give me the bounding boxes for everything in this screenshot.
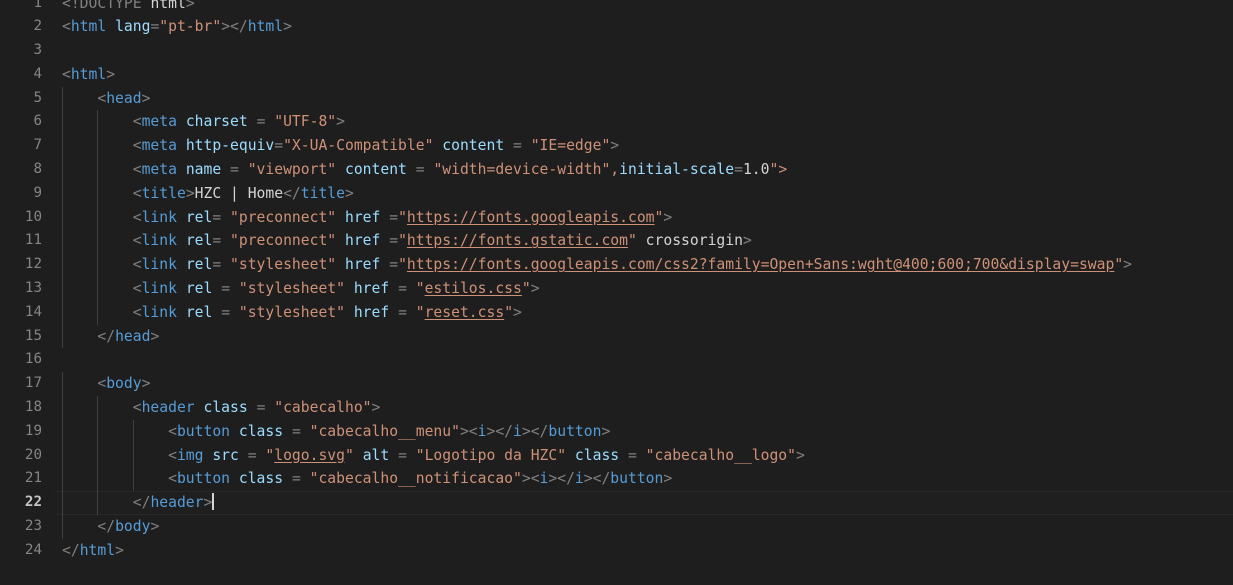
- line-number[interactable]: 17: [0, 372, 42, 396]
- line-number[interactable]: 5: [0, 87, 42, 111]
- code-line[interactable]: 10 <link rel= "preconnect" href ="https:…: [0, 205, 1233, 230]
- code-line[interactable]: 21 <button class = "cabecalho__notificac…: [0, 467, 1233, 492]
- code-text[interactable]: </header>: [62, 491, 214, 515]
- code-line[interactable]: 17 <body>: [0, 372, 1233, 397]
- code-text[interactable]: <link rel= "stylesheet" href ="https://f…: [62, 253, 1132, 277]
- code-text[interactable]: <link rel = "stylesheet" href = "reset.c…: [62, 301, 522, 325]
- code-text[interactable]: <link rel= "preconnect" href ="https://f…: [62, 229, 752, 253]
- line-number[interactable]: 10: [0, 206, 42, 230]
- code-line[interactable]: 3: [0, 39, 1233, 63]
- code-line[interactable]: 5 <head>: [0, 86, 1233, 111]
- code-line[interactable]: 13 <link rel = "stylesheet" href = "esti…: [0, 277, 1233, 301]
- code-editor[interactable]: 1 <!DOCTYPE html> 2 <html lang="pt-br"></ht…: [0, 0, 1233, 585]
- code-text[interactable]: </head>: [62, 325, 159, 349]
- line-number[interactable]: 7: [0, 134, 42, 158]
- code-text[interactable]: <head>: [62, 87, 150, 111]
- line-number[interactable]: 9: [0, 182, 42, 206]
- code-line[interactable]: 14 <link rel = "stylesheet" href = "rese…: [0, 300, 1233, 325]
- code-line[interactable]: 20 <img src = "logo.svg" alt = "Logotipo…: [0, 443, 1233, 468]
- code-line[interactable]: 23 </body>: [0, 515, 1233, 539]
- code-text[interactable]: <meta name = "viewport" content = "width…: [62, 158, 787, 182]
- active-line-highlight: [55, 491, 1233, 516]
- line-number[interactable]: 24: [0, 539, 42, 563]
- line-number[interactable]: 15: [0, 325, 42, 349]
- text-cursor: [212, 493, 214, 511]
- code-text[interactable]: <body>: [62, 372, 150, 396]
- code-text[interactable]: <title>HZC | Home</title>: [62, 182, 354, 206]
- code-surface[interactable]: 1 <!DOCTYPE html> 2 <html lang="pt-br"></ht…: [0, 0, 1233, 563]
- code-line[interactable]: 16: [0, 348, 1233, 372]
- line-number[interactable]: 8: [0, 158, 42, 182]
- line-number[interactable]: 3: [0, 39, 42, 63]
- line-number[interactable]: 2: [0, 15, 42, 39]
- code-text[interactable]: </html>: [62, 539, 124, 563]
- code-line[interactable]: 1 <!DOCTYPE html>: [0, 0, 1233, 15]
- code-text[interactable]: <button class = "cabecalho__notificacao"…: [62, 467, 672, 491]
- code-line[interactable]: 15 </head>: [0, 324, 1233, 349]
- code-line[interactable]: 6 <meta charset = "UTF-8">: [0, 110, 1233, 135]
- line-number[interactable]: 1: [0, 0, 42, 15]
- code-text[interactable]: <meta charset = "UTF-8">: [62, 110, 345, 134]
- line-number[interactable]: 11: [0, 229, 42, 253]
- code-line[interactable]: 12 <link rel= "stylesheet" href ="https:…: [0, 253, 1233, 278]
- code-line[interactable]: 18 <header class = "cabecalho">: [0, 396, 1233, 420]
- line-number[interactable]: 21: [0, 467, 42, 491]
- line-number[interactable]: 22: [0, 491, 42, 515]
- code-text[interactable]: <link rel = "stylesheet" href = "estilos…: [62, 277, 540, 301]
- code-line[interactable]: 9 <title>HZC | Home</title>: [0, 181, 1233, 206]
- code-text[interactable]: <header class = "cabecalho">: [62, 396, 381, 420]
- line-number[interactable]: 20: [0, 444, 42, 468]
- code-text[interactable]: <img src = "logo.svg" alt = "Logotipo da…: [62, 444, 805, 468]
- line-number[interactable]: 14: [0, 301, 42, 325]
- line-number[interactable]: 23: [0, 515, 42, 539]
- code-text[interactable]: <html lang="pt-br"></html>: [62, 15, 292, 39]
- code-text[interactable]: </body>: [62, 515, 159, 539]
- code-line[interactable]: 24 </html>: [0, 539, 1233, 563]
- code-line[interactable]: 8 <meta name = "viewport" content = "wid…: [0, 158, 1233, 182]
- line-number[interactable]: 6: [0, 110, 42, 134]
- code-text[interactable]: <html>: [62, 63, 115, 87]
- code-text[interactable]: <!DOCTYPE html>: [62, 0, 195, 15]
- code-line[interactable]: 7 <meta http-equiv="X-UA-Compatible" con…: [0, 134, 1233, 159]
- code-text[interactable]: <link rel= "preconnect" href ="https://f…: [62, 206, 672, 230]
- code-line[interactable]: 2 <html lang="pt-br"></html>: [0, 15, 1233, 39]
- code-line[interactable]: 4 <html>: [0, 63, 1233, 87]
- code-line[interactable]: 11 <link rel= "preconnect" href ="https:…: [0, 229, 1233, 254]
- code-line-active[interactable]: 22 </header>: [0, 491, 1233, 516]
- code-text[interactable]: <meta http-equiv="X-UA-Compatible" conte…: [62, 134, 619, 158]
- line-number[interactable]: 12: [0, 253, 42, 277]
- code-text[interactable]: <button class = "cabecalho__menu"><i></i…: [62, 420, 610, 444]
- line-number[interactable]: 16: [0, 348, 42, 372]
- code-line[interactable]: 19 <button class = "cabecalho__menu"><i>…: [0, 419, 1233, 444]
- line-number[interactable]: 13: [0, 277, 42, 301]
- line-number[interactable]: 19: [0, 420, 42, 444]
- line-number[interactable]: 4: [0, 63, 42, 87]
- line-number[interactable]: 18: [0, 396, 42, 420]
